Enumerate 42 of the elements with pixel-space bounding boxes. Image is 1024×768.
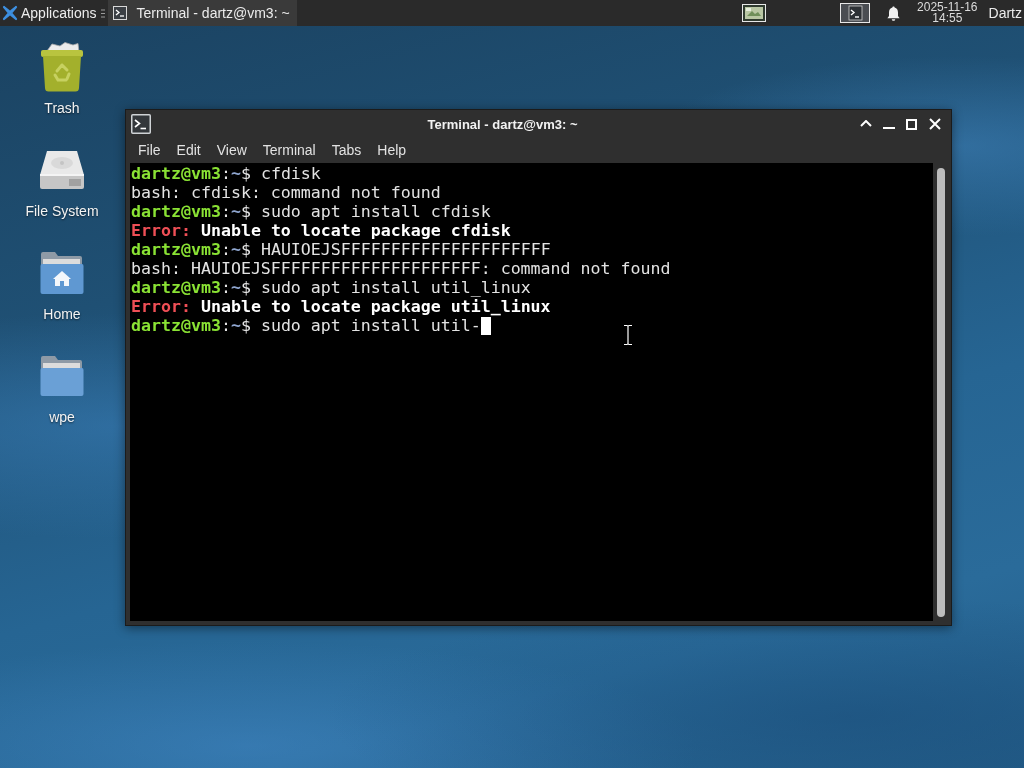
terminal-line: Error: Unable to locate package util_linux — [131, 297, 551, 316]
terminal-icon[interactable] — [840, 3, 871, 23]
trash-icon[interactable] — [40, 42, 84, 92]
terminal-line: dartz@vm3:~$ sudo apt install util_linux — [131, 278, 531, 297]
user-menu-button[interactable]: Dartz — [988, 5, 1024, 21]
image-icon[interactable] — [742, 4, 767, 22]
clock-date: 2025-11-16 — [917, 1, 978, 13]
terminal-icon — [112, 6, 127, 20]
shade-icon — [859, 120, 872, 128]
menu-item[interactable]: Terminal — [254, 139, 324, 161]
terminal-line: Error: Unable to locate package cfdisk — [131, 221, 511, 240]
terminal-line: dartz@vm3:~$ HAUIOEJSFFFFFFFFFFFFFFFFFFFFF — [131, 240, 551, 259]
home-folder-icon[interactable] — [40, 251, 84, 295]
maximize-icon — [906, 118, 917, 130]
hard-drive-icon[interactable] — [39, 150, 85, 190]
close-icon — [928, 118, 941, 130]
minimize-icon — [882, 127, 895, 129]
desktop-icon-label: wpe — [49, 409, 75, 426]
scrollbar-thumb[interactable] — [937, 168, 945, 617]
text-select-pointer-icon — [623, 324, 633, 346]
menu-item[interactable]: File — [130, 139, 169, 161]
desktop-icon-label: Home — [43, 306, 81, 323]
terminal-line: bash: cfdisk: command not found — [131, 183, 441, 202]
menu-item[interactable]: Help — [369, 139, 415, 161]
handle-icon — [100, 8, 105, 18]
folder-icon[interactable] — [40, 355, 84, 397]
terminal-line: bash: HAUIOEJSFFFFFFFFFFFFFFFFFFFFF: command not found — [131, 259, 671, 278]
menu-item[interactable]: Tabs — [323, 139, 370, 161]
app-logo-icon — [2, 5, 18, 21]
menu-item[interactable]: View — [208, 139, 255, 161]
terminal-line: dartz@vm3:~$ sudo apt install cfdisk — [131, 202, 491, 221]
bell-icon[interactable] — [887, 5, 901, 21]
window-title: Terminal - dartz@vm3: ~ — [426, 116, 579, 132]
clock-time: 14:55 — [932, 13, 963, 25]
applications-menu-button[interactable]: Applications — [0, 0, 99, 26]
menu-item[interactable]: Edit — [168, 139, 209, 161]
terminal-line: dartz@vm3:~$ sudo apt install util- — [131, 316, 481, 335]
desktop-icon-label: File System — [25, 203, 99, 220]
taskbar-button[interactable]: Terminal - dartz@vm3: ~ — [107, 0, 297, 26]
desktop-icon-label: Trash — [44, 100, 80, 117]
terminal-line: dartz@vm3:~$ cfdisk — [131, 164, 321, 183]
terminal-icon — [131, 114, 151, 134]
